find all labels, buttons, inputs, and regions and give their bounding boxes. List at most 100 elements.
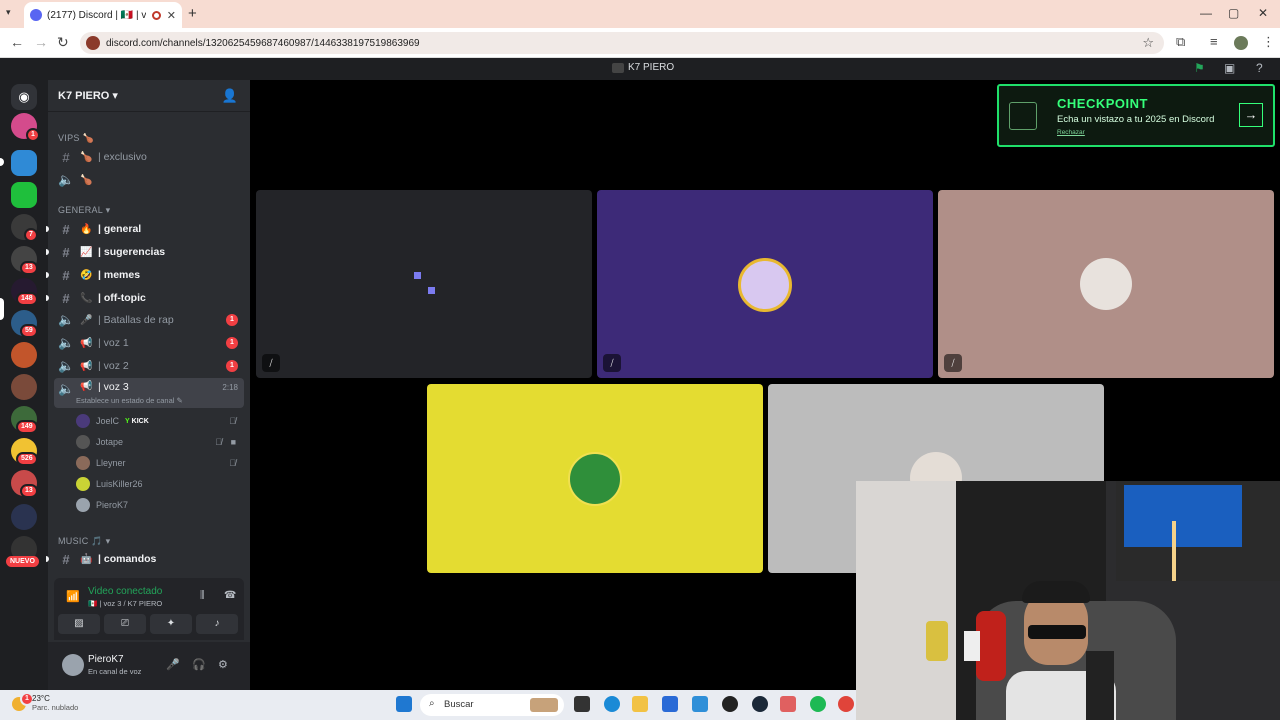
store-icon[interactable]: [662, 696, 678, 712]
chrome-icon[interactable]: [838, 696, 854, 712]
app-icon[interactable]: [780, 696, 796, 712]
browser-menu-icon[interactable]: ⋮: [1262, 34, 1275, 50]
user-avatar[interactable]: [62, 654, 84, 676]
app-icon[interactable]: [722, 696, 738, 712]
video-tile-2[interactable]: ⧸: [597, 190, 933, 378]
extensions-icon[interactable]: ⧉: [1176, 34, 1185, 50]
edge-icon[interactable]: [604, 696, 620, 712]
participant-avatar: [738, 258, 792, 312]
camera-icon: ■: [230, 437, 236, 447]
channel-voz-1[interactable]: 🔈 📢 | voz 1 1: [54, 333, 244, 353]
speaker-icon: 🔈: [58, 335, 75, 350]
server-header[interactable]: K7 PIERO ▾ 👤: [48, 80, 250, 112]
inbox-icon[interactable]: ▣: [1224, 61, 1235, 75]
hash-icon: #: [62, 221, 70, 237]
channel-status-prompt[interactable]: Establece un estado de canal ✎: [76, 396, 183, 405]
server-icon-12[interactable]: [11, 504, 37, 530]
channel-batallas-de-rap[interactable]: 🔈 🎤 | Batallas de rap 1: [54, 310, 244, 330]
url-bar[interactable]: discord.com/channels/1320625459687460987…: [80, 32, 1164, 54]
camera-off-button[interactable]: ▨: [58, 614, 100, 634]
banner-arrow-button[interactable]: →: [1239, 103, 1263, 127]
disconnect-icon[interactable]: ☎: [224, 590, 236, 601]
kick-tag: Y KICK: [125, 417, 149, 425]
maximize-button[interactable]: ▢: [1228, 6, 1239, 20]
profile-avatar[interactable]: [1234, 36, 1248, 50]
file-explorer-icon[interactable]: [632, 696, 648, 712]
weather-widget[interactable]: 23°C Parc. nublado: [32, 694, 78, 712]
browser-tab-discord[interactable]: (2177) Discord | 🇲🇽 | voz 3 ✕: [24, 2, 182, 28]
invite-people-icon[interactable]: 👤: [222, 88, 238, 104]
signal-icon[interactable]: 📶: [66, 590, 80, 603]
voice-status-subtitle[interactable]: 🇲🇽 | voz 3 / K7 PIERO: [88, 599, 162, 608]
reload-icon[interactable]: ↻: [57, 34, 69, 51]
search-icon: ⌕: [429, 698, 435, 709]
voice-user-luiskiller26[interactable]: LuisKiller26: [76, 475, 240, 493]
soundboard-button[interactable]: ♪: [196, 614, 238, 634]
video-tile-3[interactable]: ⧸: [938, 190, 1274, 378]
video-tile-1[interactable]: ⧸: [256, 190, 592, 378]
noise-suppression-icon[interactable]: ⫼: [200, 590, 205, 601]
back-arrow-icon[interactable]: ←: [10, 34, 24, 50]
discord-title-strip: K7 PIERO ⚑ ▣ ?: [0, 58, 1280, 80]
taskbar-search[interactable]: ⌕ Buscar: [420, 694, 564, 716]
voice-user-jotape[interactable]: Jotape 🎙̸ ■: [76, 433, 240, 451]
forward-arrow-icon[interactable]: →: [34, 34, 48, 50]
checkpoint-banner[interactable]: CHECKPOINT Echa un vistazo a tu 2025 en …: [997, 84, 1275, 147]
media-control-icon[interactable]: ≡: [1210, 34, 1218, 49]
server-icon-8[interactable]: [11, 374, 37, 400]
tab-close-icon[interactable]: ✕: [167, 9, 176, 22]
category-general[interactable]: GENERAL ▾: [58, 205, 110, 216]
lamp-light: [1172, 521, 1176, 581]
channel-emoji-icon: 🤣: [80, 269, 93, 281]
channel-voz-2[interactable]: 🔈 📢 | voz 2 1: [54, 356, 244, 376]
flag-icon[interactable]: ⚑: [1194, 61, 1205, 75]
channel-exclusivo[interactable]: # 🍗 | exclusivo: [54, 147, 244, 167]
headphones-icon[interactable]: 🎧: [192, 658, 206, 671]
activities-button[interactable]: ✦: [150, 614, 192, 634]
user-name: PieroK7: [88, 654, 124, 665]
tab-search-icon[interactable]: ▾: [6, 7, 20, 21]
user-panel: PieroK7 En canal de voz 🎤 🎧 ⚙: [48, 642, 250, 690]
new-tab-button[interactable]: +: [188, 5, 197, 22]
voice-status-title: Video conectado: [88, 586, 163, 597]
server-icon-2[interactable]: [11, 150, 37, 176]
task-view-icon[interactable]: [574, 696, 590, 712]
microphone-icon[interactable]: 🎤: [166, 658, 180, 671]
channel-vip-voice[interactable]: 🔈 🍗: [54, 170, 244, 190]
loading-dot: [428, 287, 435, 294]
voice-user-lleyner[interactable]: Lleyner 🎙̸: [76, 454, 240, 472]
bookmark-star-icon[interactable]: ☆: [1142, 35, 1154, 51]
muted-mic-icon: ⧸: [262, 354, 280, 372]
hash-icon: #: [62, 267, 70, 283]
settings-gear-icon[interactable]: ⚙: [218, 658, 228, 671]
channel-off-topic[interactable]: # 📞 | off-topic: [54, 288, 244, 308]
spotify-icon[interactable]: [810, 696, 826, 712]
channel-general[interactable]: # 🔥 | general: [54, 219, 244, 239]
channel-memes[interactable]: # 🤣 | memes: [54, 265, 244, 285]
outlook-icon[interactable]: [692, 696, 708, 712]
video-tile-4[interactable]: [427, 384, 763, 573]
category-music[interactable]: MUSIC 🎵 ▾: [58, 536, 110, 547]
voice-user-pierok7[interactable]: PieroK7: [76, 496, 240, 514]
help-icon[interactable]: ?: [1256, 61, 1263, 75]
user-count-badge: 1: [226, 337, 238, 349]
windows-start-icon[interactable]: [396, 696, 412, 712]
channel-emoji-icon: 📢: [80, 381, 93, 392]
category-vips[interactable]: VIPS 🍗: [58, 133, 94, 144]
discord-home-icon[interactable]: ◉: [11, 84, 37, 110]
banner-dismiss-link[interactable]: Rechazar: [1057, 129, 1085, 136]
user-count-badge: 1: [226, 360, 238, 372]
channel-comandos[interactable]: # 🤖 | comandos: [54, 549, 244, 569]
screen-share-button[interactable]: ⎚: [104, 614, 146, 634]
server-icon-k[interactable]: [11, 182, 37, 208]
speaker-icon: 🔈: [58, 312, 75, 327]
server-icon-7[interactable]: [11, 342, 37, 368]
channel-sugerencias[interactable]: # 📈 | sugerencias: [54, 242, 244, 262]
hash-icon: #: [62, 244, 70, 260]
window-close-button[interactable]: ✕: [1258, 6, 1268, 20]
steam-icon[interactable]: [752, 696, 768, 712]
site-info-icon[interactable]: [86, 36, 100, 50]
channel-emoji-icon: 🍗: [80, 174, 93, 186]
voice-user-joelc[interactable]: JoelC Y KICK 🎙̸: [76, 412, 240, 430]
minimize-button[interactable]: —: [1200, 6, 1212, 20]
